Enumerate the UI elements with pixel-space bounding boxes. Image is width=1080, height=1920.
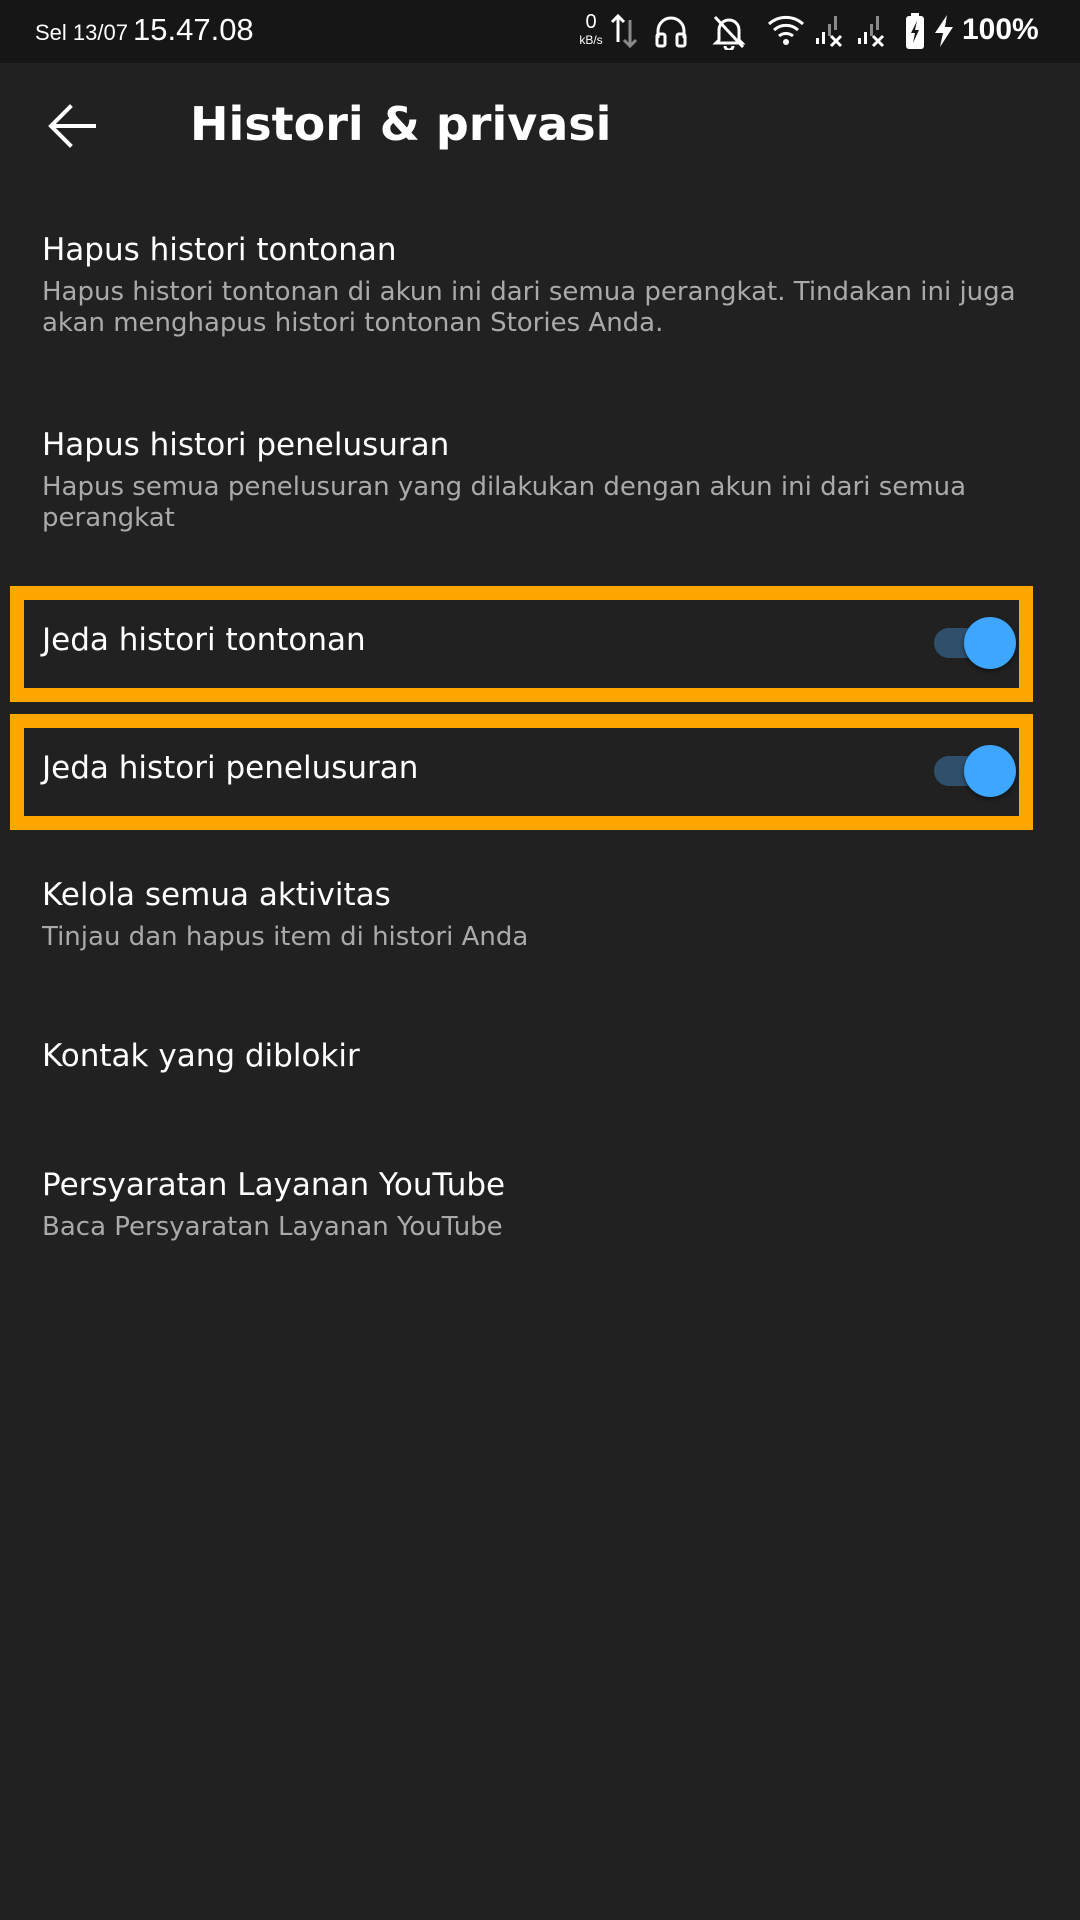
setting-pause-search-history[interactable]: Jeda histori penelusuran bbox=[0, 728, 1080, 816]
charging-bolt-icon bbox=[935, 15, 953, 47]
setting-subtitle: Tinjau dan hapus item di histori Anda bbox=[42, 922, 529, 952]
setting-manage-all-activity[interactable]: Kelola semua aktivitas Tinjau dan hapus … bbox=[0, 860, 1080, 970]
headphones-icon bbox=[655, 16, 687, 48]
notifications-off-icon bbox=[712, 15, 746, 50]
setting-title: Jeda histori penelusuran bbox=[42, 750, 419, 786]
setting-title: Hapus histori tontonan bbox=[42, 232, 397, 268]
data-arrows-icon bbox=[610, 13, 638, 49]
app-bar: Histori & privasi bbox=[0, 63, 1080, 188]
page-title: Histori & privasi bbox=[190, 97, 612, 151]
setting-blocked-contacts[interactable]: Kontak yang diblokir bbox=[0, 1020, 1080, 1100]
setting-title: Persyaratan Layanan YouTube bbox=[42, 1167, 506, 1203]
setting-pause-watch-history[interactable]: Jeda histori tontonan bbox=[0, 600, 1080, 688]
toggle-thumb bbox=[964, 745, 1016, 797]
pause-search-history-toggle[interactable] bbox=[934, 745, 1020, 797]
setting-clear-search-history[interactable]: Hapus histori penelusuran Hapus semua pe… bbox=[0, 405, 1080, 555]
setting-title: Kontak yang diblokir bbox=[42, 1038, 360, 1074]
network-speed: 0 kB/s bbox=[574, 12, 608, 46]
status-time: 15.47.08 bbox=[133, 12, 254, 47]
arrow-left-icon bbox=[48, 104, 96, 148]
setting-youtube-terms[interactable]: Persyaratan Layanan YouTube Baca Persyar… bbox=[0, 1150, 1080, 1260]
status-date: Sel 13/07 bbox=[35, 20, 128, 45]
network-speed-unit: kB/s bbox=[579, 33, 603, 47]
network-speed-value: 0 bbox=[585, 11, 597, 33]
battery-percent: 100% bbox=[962, 13, 1039, 46]
setting-subtitle: Hapus histori tontonan di akun ini dari … bbox=[42, 277, 1016, 338]
setting-clear-watch-history[interactable]: Hapus histori tontonan Hapus histori ton… bbox=[0, 210, 1080, 360]
setting-subtitle: Baca Persyaratan Layanan YouTube bbox=[42, 1212, 503, 1242]
setting-title: Hapus histori penelusuran bbox=[42, 427, 450, 463]
setting-title: Jeda histori tontonan bbox=[42, 622, 366, 658]
back-button[interactable] bbox=[42, 99, 108, 153]
pause-watch-history-toggle[interactable] bbox=[934, 617, 1020, 669]
battery-charging-icon bbox=[906, 13, 924, 49]
signal-no-sim-icon bbox=[816, 16, 843, 48]
toggle-thumb bbox=[964, 617, 1016, 669]
signal-no-sim-icon bbox=[858, 16, 885, 48]
setting-title: Kelola semua aktivitas bbox=[42, 877, 391, 913]
wifi-icon bbox=[767, 15, 805, 45]
status-bar: Sel 13/07 15.47.08 0 kB/s 100% bbox=[0, 0, 1080, 63]
setting-subtitle: Hapus semua penelusuran yang dilakukan d… bbox=[42, 472, 967, 533]
